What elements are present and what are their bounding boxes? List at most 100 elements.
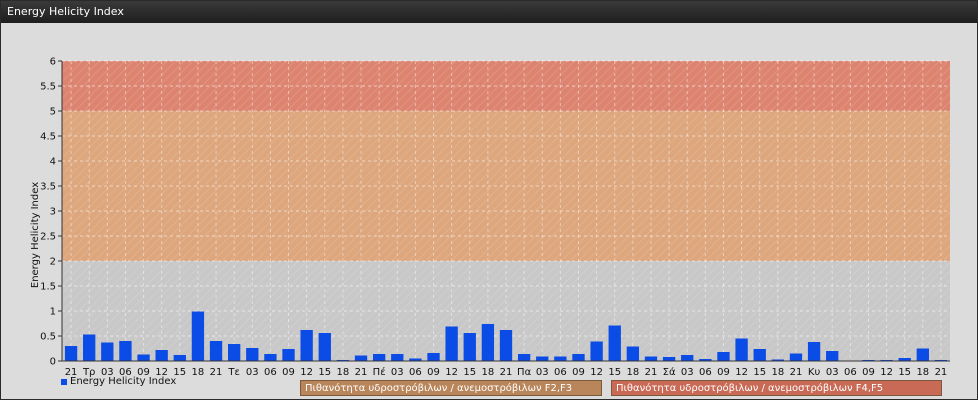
bar bbox=[626, 346, 640, 361]
x-tick-label: 15 bbox=[608, 367, 621, 378]
x-tick-label: 09 bbox=[862, 367, 875, 378]
x-tick-label: 03 bbox=[681, 367, 694, 378]
bar bbox=[427, 353, 440, 361]
x-tick-label: 09 bbox=[572, 367, 585, 378]
y-tick-label: 0 bbox=[50, 357, 56, 368]
x-tick-label: 12 bbox=[445, 367, 458, 378]
y-tick-label: 4.5 bbox=[40, 132, 56, 143]
bar bbox=[644, 356, 658, 361]
bar bbox=[354, 355, 368, 361]
bar bbox=[572, 354, 585, 361]
x-tick-label: 15 bbox=[898, 367, 911, 378]
y-tick-label: 1.5 bbox=[40, 282, 56, 293]
bar bbox=[826, 351, 839, 361]
bar bbox=[155, 350, 168, 361]
x-tick-label: 21 bbox=[790, 367, 803, 378]
bar bbox=[228, 344, 241, 361]
y-tick-label: 0.5 bbox=[40, 332, 56, 343]
bar bbox=[391, 354, 404, 361]
band-label-f4f5: Πιθανότητα υδροστρόβιλων / ανεμοστρόβιλω… bbox=[611, 380, 942, 396]
x-tick-label: 06 bbox=[844, 367, 857, 378]
x-tick-label: 09 bbox=[282, 367, 295, 378]
bar bbox=[445, 326, 458, 361]
x-tick-label: 18 bbox=[771, 367, 784, 378]
x-tick-label: 21 bbox=[645, 367, 658, 378]
bar bbox=[463, 333, 476, 361]
bar bbox=[191, 311, 205, 361]
y-tick-label: 2 bbox=[50, 257, 56, 268]
x-tick-label: 21 bbox=[355, 367, 368, 378]
x-tick-label: 18 bbox=[626, 367, 639, 378]
bar bbox=[536, 356, 549, 361]
x-tick-label: Τε bbox=[227, 367, 240, 378]
x-tick-label: 15 bbox=[463, 367, 476, 378]
bar bbox=[735, 338, 748, 361]
bar bbox=[499, 330, 513, 361]
window-title: Energy Helicity Index bbox=[1, 1, 977, 23]
bar bbox=[83, 334, 96, 361]
x-tick-label: 06 bbox=[409, 367, 422, 378]
bar bbox=[372, 354, 386, 361]
bar bbox=[807, 342, 821, 361]
y-tick-label: 2.5 bbox=[40, 232, 56, 243]
bar bbox=[209, 341, 223, 361]
bar bbox=[481, 324, 495, 361]
bar bbox=[101, 342, 114, 361]
x-tick-label: 21 bbox=[210, 367, 223, 378]
y-tick-label: 6 bbox=[50, 57, 56, 68]
y-tick-label: 4 bbox=[50, 157, 56, 168]
x-tick-label: 18 bbox=[482, 367, 495, 378]
bar bbox=[608, 325, 621, 361]
x-tick-label: 12 bbox=[880, 367, 893, 378]
x-tick-label: 12 bbox=[300, 367, 313, 378]
x-tick-label: 06 bbox=[264, 367, 277, 378]
bar bbox=[246, 348, 259, 361]
x-tick-label: Σά bbox=[663, 366, 676, 378]
bar bbox=[264, 354, 277, 361]
bar bbox=[662, 357, 676, 361]
x-tick-label: 03 bbox=[391, 367, 404, 378]
x-tick-label: Κυ bbox=[808, 367, 821, 378]
chart-area: 0 0.5 1 1.5 2 2.5 3 3.5 4 4.5 5 5.5 6 21 Τρ 03 06 09 12 15 1… bbox=[1, 23, 977, 399]
y-tick-label: 3.5 bbox=[40, 182, 56, 193]
bar bbox=[119, 341, 132, 361]
bar bbox=[789, 353, 803, 361]
x-tick-label: 09 bbox=[717, 367, 730, 378]
y-axis-label: Energy Helicity Index bbox=[30, 182, 41, 288]
x-tick-label: Πα bbox=[517, 367, 532, 378]
x-tick-label: 18 bbox=[337, 367, 350, 378]
x-tick-label: 03 bbox=[536, 367, 549, 378]
y-tick-label: 3 bbox=[50, 207, 56, 218]
chart-window: Energy Helicity Index 0 0.5 1 1.5 2 2.5 3 3.5 4 4… bbox=[0, 0, 978, 400]
x-tick-label: 15 bbox=[753, 367, 766, 378]
legend-swatch bbox=[61, 378, 67, 385]
y-tick-label: 1 bbox=[50, 307, 56, 318]
x-tick-label: 18 bbox=[916, 367, 929, 378]
x-tick-label: 06 bbox=[699, 367, 712, 378]
bar bbox=[300, 330, 313, 361]
bar bbox=[554, 356, 567, 361]
bar bbox=[318, 333, 331, 361]
x-tick-label: 18 bbox=[192, 367, 205, 378]
y-tick-label: 5.5 bbox=[40, 82, 56, 93]
bar bbox=[282, 349, 295, 361]
bar bbox=[590, 341, 603, 361]
y-tick-label: 5 bbox=[50, 107, 56, 118]
bar bbox=[173, 355, 186, 361]
x-tick-label: 03 bbox=[246, 367, 259, 378]
x-tick-label: 09 bbox=[427, 367, 440, 378]
x-tick-label: 12 bbox=[735, 367, 748, 378]
x-tick-label: 06 bbox=[554, 367, 567, 378]
legend-label: Energy Helicity Index bbox=[70, 376, 177, 387]
bar bbox=[64, 346, 78, 361]
x-tick-label: 15 bbox=[318, 367, 331, 378]
bar bbox=[137, 354, 150, 361]
legend: Energy Helicity Index bbox=[61, 376, 176, 387]
x-tick-label: 21 bbox=[500, 367, 513, 378]
band-label-f2f3: Πιθανότητα υδροστρόβιλων / ανεμοστρόβιλω… bbox=[300, 380, 602, 396]
x-tick-label: 03 bbox=[826, 367, 839, 378]
bar bbox=[717, 352, 730, 361]
bar bbox=[517, 354, 531, 361]
bar bbox=[916, 348, 929, 361]
ehi-chart: 00.511.522.533.544.555.5621 Τρ 03 06 09 12 15 1… bbox=[30, 57, 950, 378]
